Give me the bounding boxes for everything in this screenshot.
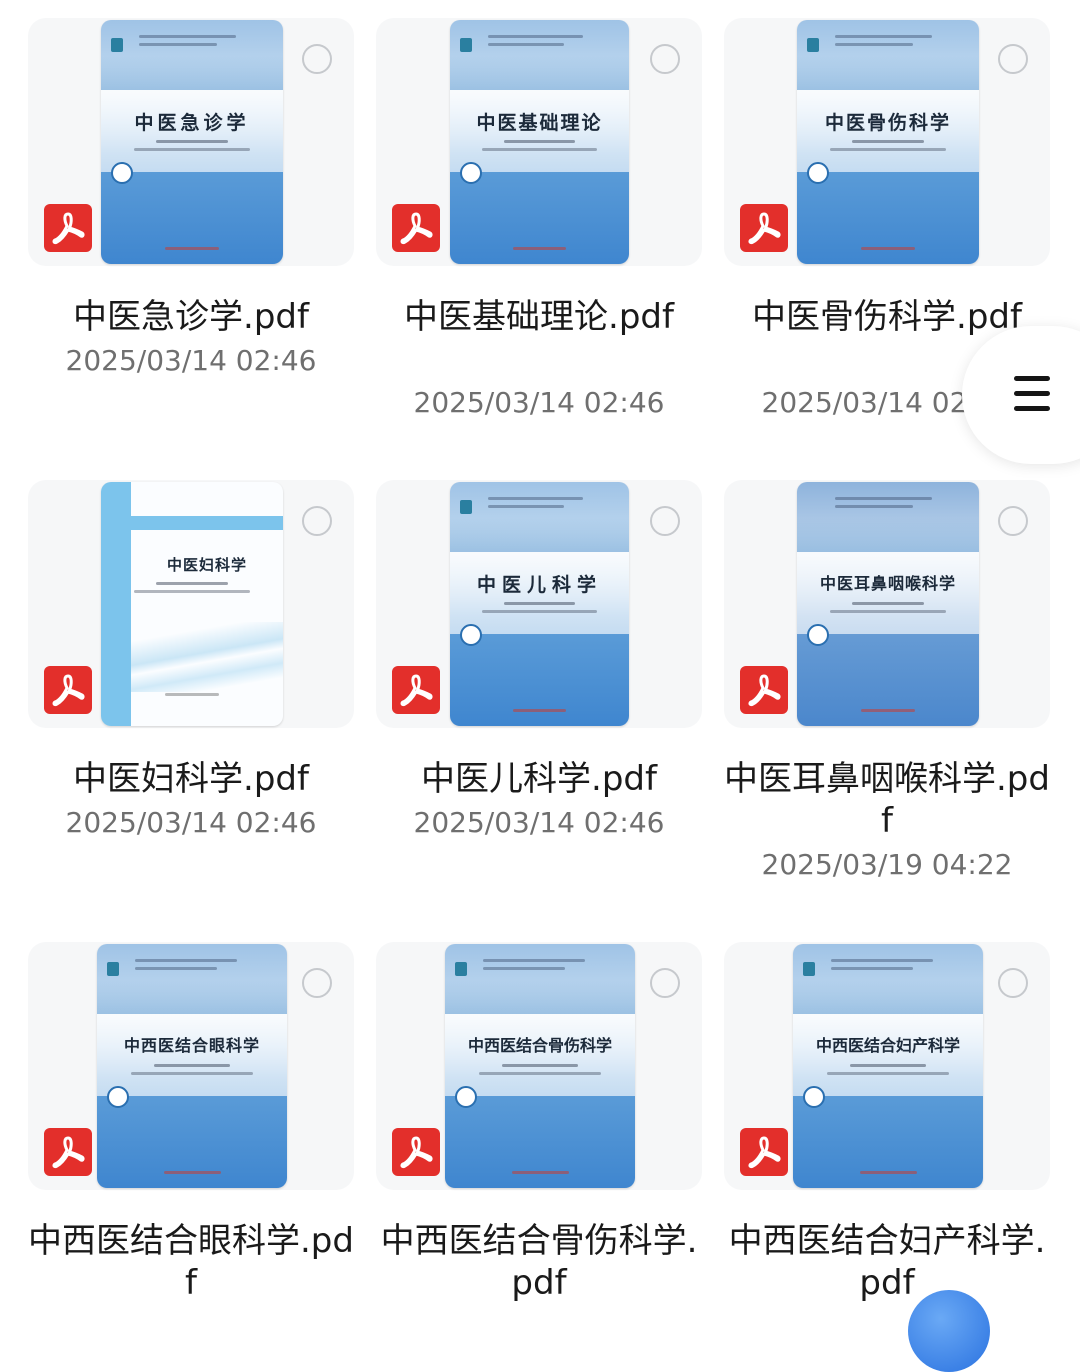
pdf-icon [740, 1128, 788, 1176]
select-checkbox[interactable] [998, 506, 1028, 536]
file-thumbnail[interactable]: 中西医结合妇产科学 [724, 942, 1050, 1190]
cover-title: 中西医结合骨伤科学 [467, 1036, 612, 1055]
file-date: 2025/03/14 02:46 [413, 386, 665, 419]
cover-title: 中西医结合眼科学 [123, 1036, 260, 1055]
file-name[interactable]: 中医妇科学.pdf [28, 758, 354, 800]
select-checkbox[interactable] [998, 968, 1028, 998]
file-name[interactable]: 中西医结合妇产科学.pdf [724, 1220, 1050, 1304]
cover-title: 中医基础理论 [476, 112, 603, 134]
book-cover: 中西医结合眼科学 [97, 944, 287, 1188]
file-thumbnail[interactable]: 中医耳鼻咽喉科学 [724, 480, 1050, 728]
select-checkbox[interactable] [998, 44, 1028, 74]
cover-title: 中医妇科学 [166, 556, 247, 574]
select-checkbox[interactable] [650, 44, 680, 74]
book-cover: 中医妇科学 [101, 482, 283, 726]
file-name[interactable]: 中西医结合眼科学.pdf [28, 1220, 354, 1304]
pdf-icon [392, 204, 440, 252]
cover-title: 中医骨伤科学 [824, 112, 951, 134]
pdf-icon [44, 666, 92, 714]
file-thumbnail[interactable]: 中医妇科学 [28, 480, 354, 728]
pdf-icon [392, 1128, 440, 1176]
book-cover: 中医骨伤科学 [797, 20, 979, 264]
file-date: 2025/03/14 02:46 [65, 344, 317, 377]
file-thumbnail[interactable]: 中医急诊学 [28, 18, 354, 266]
file-name[interactable]: 中医急诊学.pdf [28, 296, 354, 338]
select-checkbox[interactable] [302, 44, 332, 74]
select-checkbox[interactable] [302, 968, 332, 998]
file-thumbnail[interactable]: 中医基础理论 [376, 18, 702, 266]
pdf-icon [44, 204, 92, 252]
select-checkbox[interactable] [302, 506, 332, 536]
book-cover: 中医急诊学 [101, 20, 283, 264]
file-thumbnail[interactable]: 中西医结合骨伤科学 [376, 942, 702, 1190]
file-thumbnail[interactable]: 中西医结合眼科学 [28, 942, 354, 1190]
hamburger-menu-icon [1014, 376, 1050, 412]
book-cover: 中医耳鼻咽喉科学 [797, 482, 979, 726]
pdf-icon [740, 204, 788, 252]
file-name[interactable]: 中医基础理论.pdf [376, 296, 702, 338]
cover-title: 中西医结合妇产科学 [815, 1036, 960, 1055]
file-date: 2025/03/14 02:46 [65, 806, 317, 839]
cover-title: 中医儿科学 [476, 574, 602, 596]
file-thumbnail[interactable]: 中医儿科学 [376, 480, 702, 728]
pdf-icon [392, 666, 440, 714]
file-grid: 中医急诊学 中医急诊学.pdf 2025/03/14 02:46 中医基础理论 … [0, 0, 1080, 1309]
book-cover: 中西医结合妇产科学 [793, 944, 983, 1188]
file-name[interactable]: 中西医结合骨伤科学.pdf [376, 1220, 702, 1304]
file-date: 2025/03/14 02:46 [413, 806, 665, 839]
select-checkbox[interactable] [650, 968, 680, 998]
file-name[interactable]: 中医耳鼻咽喉科学.pdf [724, 758, 1050, 842]
book-cover: 中西医结合骨伤科学 [445, 944, 635, 1188]
file-thumbnail[interactable]: 中医骨伤科学 [724, 18, 1050, 266]
cover-title: 中医耳鼻咽喉科学 [819, 574, 956, 593]
pdf-icon [740, 666, 788, 714]
pdf-icon [44, 1128, 92, 1176]
file-date: 2025/03/19 04:22 [761, 848, 1013, 881]
floating-assistant-bubble[interactable] [908, 1290, 990, 1372]
book-cover: 中医儿科学 [450, 482, 629, 726]
file-name[interactable]: 中医儿科学.pdf [376, 758, 702, 800]
cover-title: 中医急诊学 [134, 112, 250, 134]
book-cover: 中医基础理论 [450, 20, 629, 264]
select-checkbox[interactable] [650, 506, 680, 536]
